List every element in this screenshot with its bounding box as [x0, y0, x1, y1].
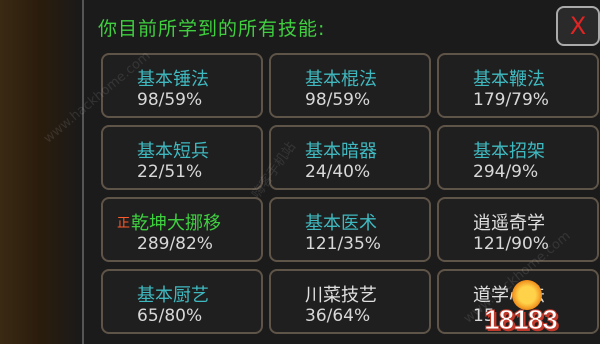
skill-name: 乾坤大挪移 [131, 213, 222, 234]
skill-card[interactable]: 基本暗器 24/40% [269, 125, 431, 190]
skill-value: 36/64% [305, 306, 371, 326]
skill-name: 基本医术 [305, 213, 377, 234]
orthodox-badge-icon: 正 [117, 216, 131, 231]
skill-value: 98/59% [137, 90, 203, 110]
skill-card[interactable]: 正乾坤大挪移 289/82% [101, 197, 263, 262]
skill-value: 179/79% [473, 90, 549, 110]
skill-card[interactable]: 川菜技艺 36/64% [269, 269, 431, 334]
skill-card[interactable]: 基本厨艺 65/80% [101, 269, 263, 334]
skill-value: 22/51% [137, 162, 203, 182]
skill-card[interactable]: 基本棍法 98/59% [269, 53, 431, 118]
skill-name: 川菜技艺 [305, 285, 377, 306]
skill-card[interactable]: 基本招架 294/9% [437, 125, 599, 190]
skill-value: 98/59% [305, 90, 371, 110]
skill-value: 24/40% [305, 162, 371, 182]
skill-card[interactable]: 基本短兵 22/51% [101, 125, 263, 190]
skill-value: 65/80% [137, 306, 203, 326]
skill-name: 基本棍法 [305, 69, 377, 90]
skill-card[interactable]: 逍遥奇学 121/90% [437, 197, 599, 262]
site-logo: 18183 [484, 278, 590, 342]
skill-name-row: 正乾坤大挪移 [117, 209, 221, 235]
skill-name: 基本鞭法 [473, 69, 545, 90]
skill-value: 289/82% [137, 234, 213, 254]
skill-name: 基本暗器 [305, 141, 377, 162]
skill-name: 基本厨艺 [137, 285, 209, 306]
skill-name: 基本招架 [473, 141, 545, 162]
skill-name: 逍遥奇学 [473, 213, 545, 234]
skill-card[interactable]: 基本医术 121/35% [269, 197, 431, 262]
logo-text: 18183 [484, 304, 559, 336]
skill-value: 294/9% [473, 162, 539, 182]
panel-title: 你目前所学到的所有技能: [98, 18, 326, 40]
game-screen: 你目前所学到的所有技能: X 基本锤法 98/59% 基本棍法 98/59% 基… [0, 0, 600, 344]
skill-name: 基本锤法 [137, 69, 209, 90]
skill-value: 121/35% [305, 234, 381, 254]
skill-card[interactable]: 基本鞭法 179/79% [437, 53, 599, 118]
skill-name: 基本短兵 [137, 141, 209, 162]
close-button[interactable]: X [556, 6, 600, 46]
